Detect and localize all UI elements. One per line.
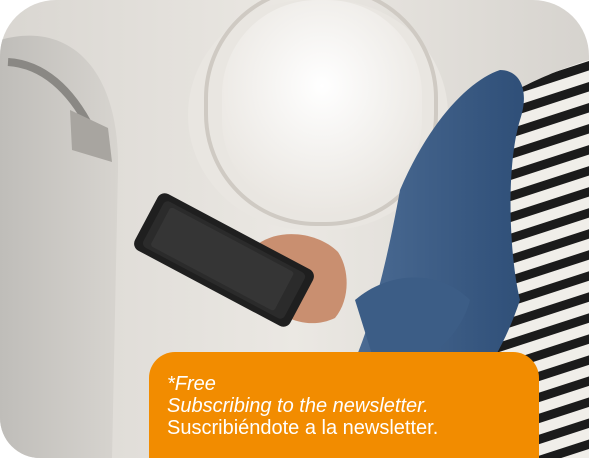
promo-headline-es: Suscribiéndote a la newsletter. [167,417,439,439]
hero-card: *Free Subscribing to the newsletter. Sus… [0,0,589,458]
promo-headline-en: Subscribing to the newsletter. [167,395,429,417]
newsletter-promo-box: *Free Subscribing to the newsletter. Sus… [149,352,539,458]
free-label: *Free [167,373,216,395]
